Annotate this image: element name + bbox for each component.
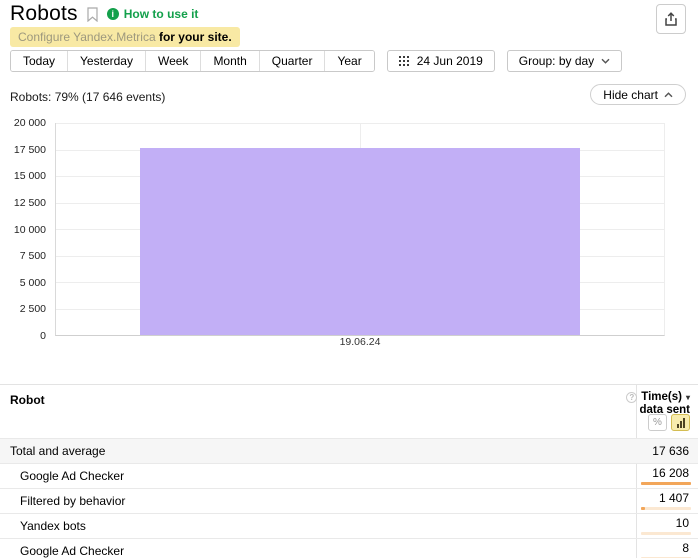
help-icon[interactable]: ? [626,392,637,403]
value-bar [641,482,691,485]
row-value: 10 [676,516,689,530]
row-value: 8 [682,541,689,555]
configure-banner[interactable]: Configure Yandex.Metrica for your site. [10,27,240,47]
sort-desc-icon[interactable]: ▾ [686,391,690,404]
period-button-yesterday[interactable]: Yesterday [68,51,146,71]
y-tick-label: 15 000 [14,170,46,182]
row-value: 16 208 [652,466,689,480]
export-button[interactable] [656,4,686,34]
table-row[interactable]: Filtered by behavior 1 407 [0,488,698,513]
table-row[interactable]: Yandex bots 10 [0,513,698,538]
date-picker-button[interactable]: 24 Jun 2019 [387,50,495,72]
period-segmented-control: TodayYesterdayWeekMonthQuarterYear [10,50,375,72]
chart-bar[interactable] [140,148,580,335]
value-bar [641,507,691,510]
robot-name[interactable]: Total and average [0,439,637,463]
configure-link[interactable]: Configure Yandex.Metrica [18,30,156,44]
group-label: Group: by day [519,54,594,68]
row-value-cell: 17 636 [637,439,698,463]
calendar-icon [399,56,410,67]
robot-name[interactable]: Filtered by behavior [0,489,637,513]
table-row[interactable]: Google Ad Checker 8 [0,538,698,558]
table-row[interactable]: Google Ad Checker 16 208 [0,463,698,488]
date-label: 24 Jun 2019 [417,54,483,68]
chart-plot [55,123,665,336]
info-icon: i [107,8,119,20]
robot-name[interactable]: Google Ad Checker [0,539,637,558]
row-value-cell: 1 407 [637,489,698,513]
y-tick-label: 0 [40,330,46,342]
period-button-today[interactable]: Today [11,51,68,71]
barchart-toggle-button[interactable] [671,414,690,431]
page-title: Robots [10,2,78,26]
y-tick-label: 12 500 [14,197,46,209]
period-button-week[interactable]: Week [146,51,201,71]
value-header-label: Time(s) [641,391,682,404]
chevron-down-icon [601,58,610,64]
robot-name[interactable]: Yandex bots [0,514,637,538]
y-tick-label: 17 500 [14,144,46,156]
banner-text: for your site. [156,30,232,44]
chevron-up-icon [664,92,673,98]
group-dropdown[interactable]: Group: by day [507,50,622,72]
report-header: Robots i How to use it [10,2,198,26]
hide-chart-label: Hide chart [603,88,658,102]
chart-x-axis-label: 19.06.24 [55,336,665,350]
period-button-quarter[interactable]: Quarter [260,51,326,71]
bookmark-icon[interactable] [87,7,98,22]
y-tick-label: 7 500 [20,250,46,262]
how-to-use-label: How to use it [124,7,199,21]
table-body: Total and average 17 636 Google Ad Checker… [0,438,698,558]
robots-summary: Robots: 79% (17 646 events) [10,90,165,104]
robot-name[interactable]: Google Ad Checker [0,464,637,488]
toolbar: TodayYesterdayWeekMonthQuarterYear 24 Ju… [10,50,622,72]
row-value-cell: 8 [637,539,698,558]
table-row[interactable]: Total and average 17 636 [0,438,698,463]
row-value-cell: 10 [637,514,698,538]
table-header: Robot ? Time(s) ▾ data sent % [0,385,698,438]
bar-chart-icon [677,418,685,428]
hide-chart-button[interactable]: Hide chart [590,84,686,105]
chart-y-axis-labels: 02 5005 0007 50010 00012 50015 00017 500… [0,123,46,336]
row-value: 1 407 [659,491,689,505]
row-value-cell: 16 208 [637,464,698,488]
period-button-year[interactable]: Year [325,51,373,71]
row-value: 17 636 [652,444,689,458]
robots-table: Robot ? Time(s) ▾ data sent % Total and … [0,384,698,558]
y-tick-label: 10 000 [14,224,46,236]
y-tick-label: 20 000 [14,117,46,129]
display-toggles: % [648,414,690,431]
events-chart: 0 2 500 5 000 7 500 10 000 12 500 15 000 17 500… [0,112,698,352]
robot-column-header[interactable]: Robot [10,393,45,407]
how-to-use-link[interactable]: i How to use it [107,7,199,21]
export-icon [663,11,679,27]
percent-toggle-button[interactable]: % [648,414,667,431]
y-tick-label: 5 000 [20,277,46,289]
y-tick-label: 2 500 [20,303,46,315]
value-bar [641,532,691,535]
period-button-month[interactable]: Month [201,51,259,71]
robots-report-page: { "colors": { "green": "#13a04b", "banne… [0,0,698,558]
